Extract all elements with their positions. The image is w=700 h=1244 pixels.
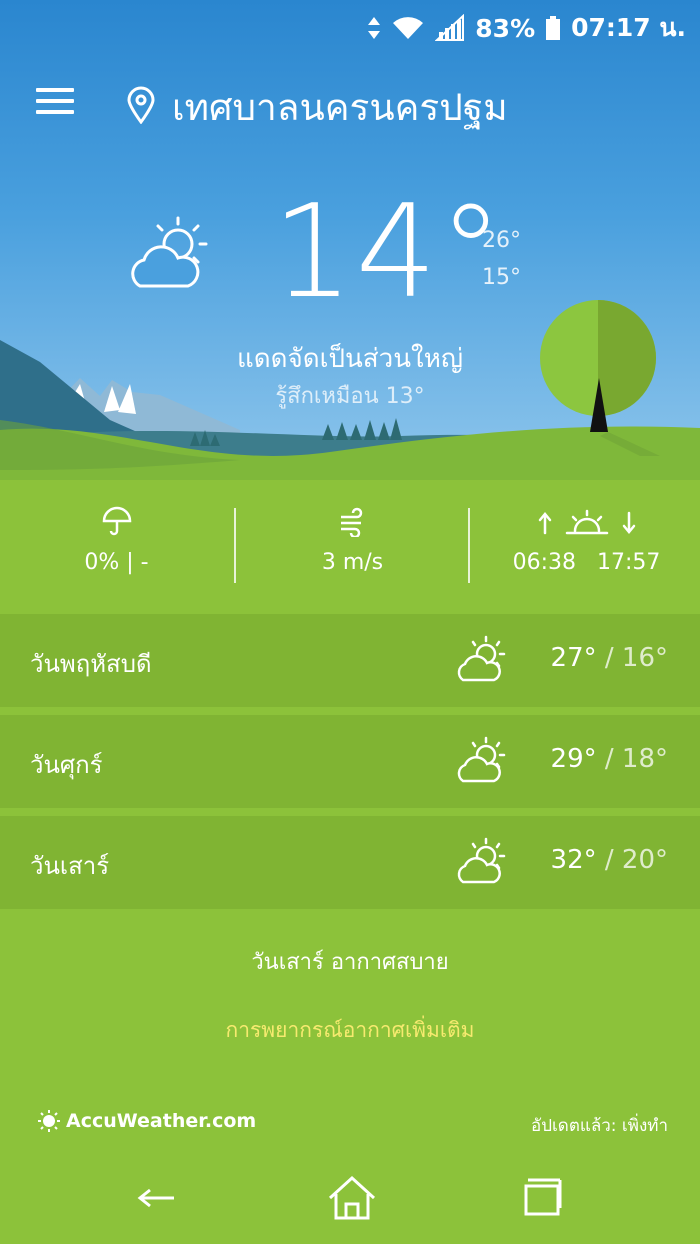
status-bar: 83% 07:17 น. (0, 0, 700, 48)
forecast-list: วันพฤหัสบดี 27° / 16° วันศุกร์ 29° / 18°… (0, 614, 700, 917)
forecast-high: 32° (550, 845, 597, 875)
wind-value: 3 m/s (321, 550, 384, 575)
high-low-temperature: 26° 15° (482, 222, 521, 296)
forecast-day: วันเสาร์ (30, 852, 110, 880)
partly-sunny-icon (457, 635, 506, 682)
more-forecast-link[interactable]: การพยากรณ์อากาศเพิ่มเติม (0, 1014, 700, 1047)
precipitation-value: 0% | - (84, 550, 149, 575)
high-temperature: 26° (482, 228, 521, 253)
low-temperature: 15° (482, 265, 521, 290)
forecast-row[interactable]: วันศุกร์ 29° / 18° (0, 715, 700, 808)
current-condition: แดดจัดเป็นส่วนใหญ่ (236, 344, 464, 374)
forecast-row[interactable]: วันเสาร์ 32° / 20° (0, 816, 700, 909)
signal-icon (435, 14, 465, 41)
clock: 07:17 น. (571, 13, 686, 42)
forecast-low: / 16° (604, 643, 668, 673)
forecast-high: 29° (550, 744, 597, 774)
sun-logo-icon (38, 1110, 60, 1132)
location-pin-icon (127, 86, 155, 124)
sunrise-sunset-icon (538, 509, 635, 535)
forecast-high: 27° (550, 643, 597, 673)
accuweather-logo[interactable]: AccuWeather.com (38, 1110, 256, 1132)
location-name[interactable]: เทศบาลนครนครปฐม (172, 78, 508, 137)
current-temperature: 14° (272, 178, 505, 327)
forecast-low: / 18° (604, 744, 668, 774)
umbrella-icon (102, 506, 131, 536)
back-button[interactable] (136, 1168, 176, 1228)
data-transfer-icon (368, 17, 381, 39)
partly-sunny-icon (457, 736, 506, 783)
forecast-day: วันศุกร์ (30, 751, 103, 779)
forecast-day: วันพฤหัสบดี (30, 650, 152, 678)
battery-percent: 83% (475, 13, 536, 43)
feels-like: รู้สึกเหมือน 13° (275, 384, 425, 409)
home-button[interactable] (326, 1168, 378, 1228)
weather-stats: 0% | - 3 m/s 06:38 17:57 (0, 500, 700, 590)
forecast-summary: วันเสาร์ อากาศสบาย (251, 950, 449, 975)
sunrise-time: 06:38 (512, 550, 576, 575)
sun-stat: 06:38 17:57 (470, 500, 700, 590)
wind-stat: 3 m/s (236, 500, 469, 590)
forecast-low: / 20° (604, 845, 668, 875)
recent-apps-button[interactable] (522, 1168, 564, 1228)
forecast-row[interactable]: วันพฤหัสบดี 27° / 16° (0, 614, 700, 707)
sunset-time: 17:57 (596, 550, 661, 575)
battery-icon (546, 16, 561, 40)
wind-icon (340, 507, 362, 537)
brand-name: AccuWeather.com (66, 1110, 257, 1132)
app-bar: เทศบาลนครนครปฐม (0, 76, 700, 136)
partly-sunny-icon (131, 216, 208, 288)
last-updated: อัปเดตแล้ว: เพิ่งทำ (530, 1116, 668, 1136)
precipitation-stat: 0% | - (0, 500, 233, 590)
menu-button[interactable] (36, 88, 74, 118)
wifi-icon (393, 17, 424, 39)
partly-sunny-icon (457, 837, 506, 884)
navigation-bar (0, 1150, 700, 1244)
